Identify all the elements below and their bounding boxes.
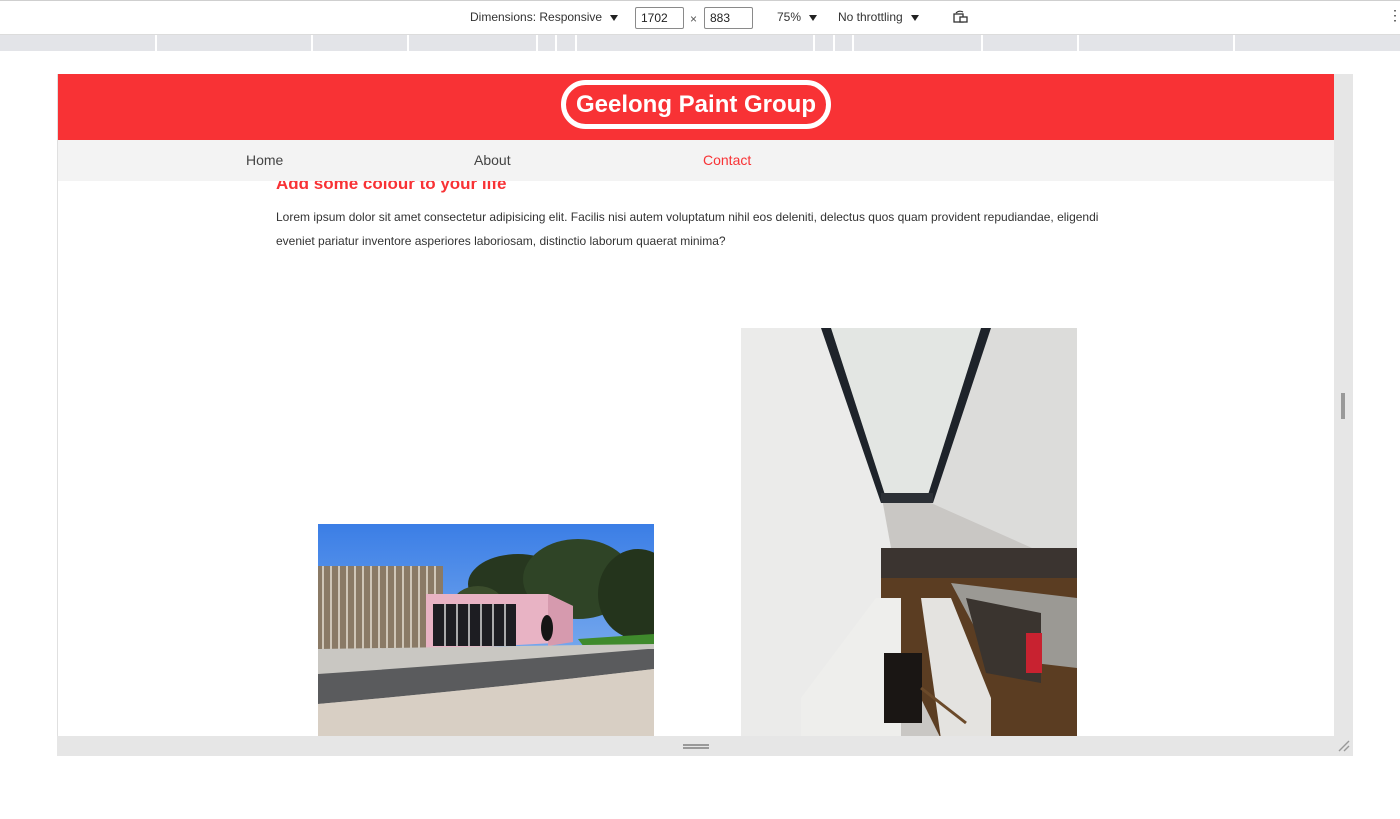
site-header: Geelong Paint Group (58, 74, 1334, 140)
throttling-label: No throttling (838, 10, 903, 24)
ruler-tick (555, 35, 557, 51)
building-photo (318, 524, 654, 736)
dimensions-dropdown[interactable]: Dimensions: Responsive (470, 10, 619, 24)
nav-about[interactable]: About (474, 152, 511, 168)
height-input[interactable]: 883 (704, 7, 753, 29)
dimensions-label: Dimensions: Responsive (470, 10, 603, 24)
resize-handle-icon[interactable] (683, 744, 709, 749)
ruler-tick (311, 35, 313, 51)
ruler-tick (575, 35, 577, 51)
main-nav: Home About Contact (58, 140, 1334, 181)
ruler-tick (1077, 35, 1079, 51)
emulated-viewport: Geelong Paint Group Home About Contact A… (57, 74, 1334, 736)
throttling-dropdown[interactable]: No throttling (838, 10, 919, 24)
caret-down-icon (610, 14, 619, 21)
more-options-icon[interactable]: ⋮ (1388, 7, 1400, 24)
width-input[interactable]: 1702 (635, 7, 684, 29)
devtools-device-toolbar: Dimensions: Responsive 1702 × 883 75% No… (0, 0, 1400, 35)
caret-down-icon (809, 14, 818, 21)
ruler-tick (981, 35, 983, 51)
nav-contact[interactable]: Contact (703, 152, 751, 168)
ruler-tick (407, 35, 409, 51)
resize-handle-icon[interactable] (1341, 393, 1345, 419)
ruler-tick (833, 35, 835, 51)
zoom-dropdown[interactable]: 75% (777, 10, 818, 24)
caret-down-icon (910, 14, 919, 21)
ruler-tick (852, 35, 854, 51)
ruler-tick (1233, 35, 1235, 51)
ruler-tick (155, 35, 157, 51)
rotate-icon[interactable] (953, 10, 969, 24)
section-paragraph: Lorem ipsum dolor sit amet consectetur a… (276, 210, 1099, 248)
ruler-tick (813, 35, 815, 51)
interior-photo (741, 328, 1077, 736)
times-symbol: × (690, 12, 698, 26)
media-query-ruler[interactable] (0, 35, 1400, 51)
site-logo[interactable]: Geelong Paint Group (561, 80, 831, 129)
ruler-tick (536, 35, 538, 51)
zoom-label: 75% (777, 10, 802, 24)
resize-handle-icon[interactable] (1338, 740, 1350, 752)
nav-home[interactable]: Home (246, 152, 283, 168)
